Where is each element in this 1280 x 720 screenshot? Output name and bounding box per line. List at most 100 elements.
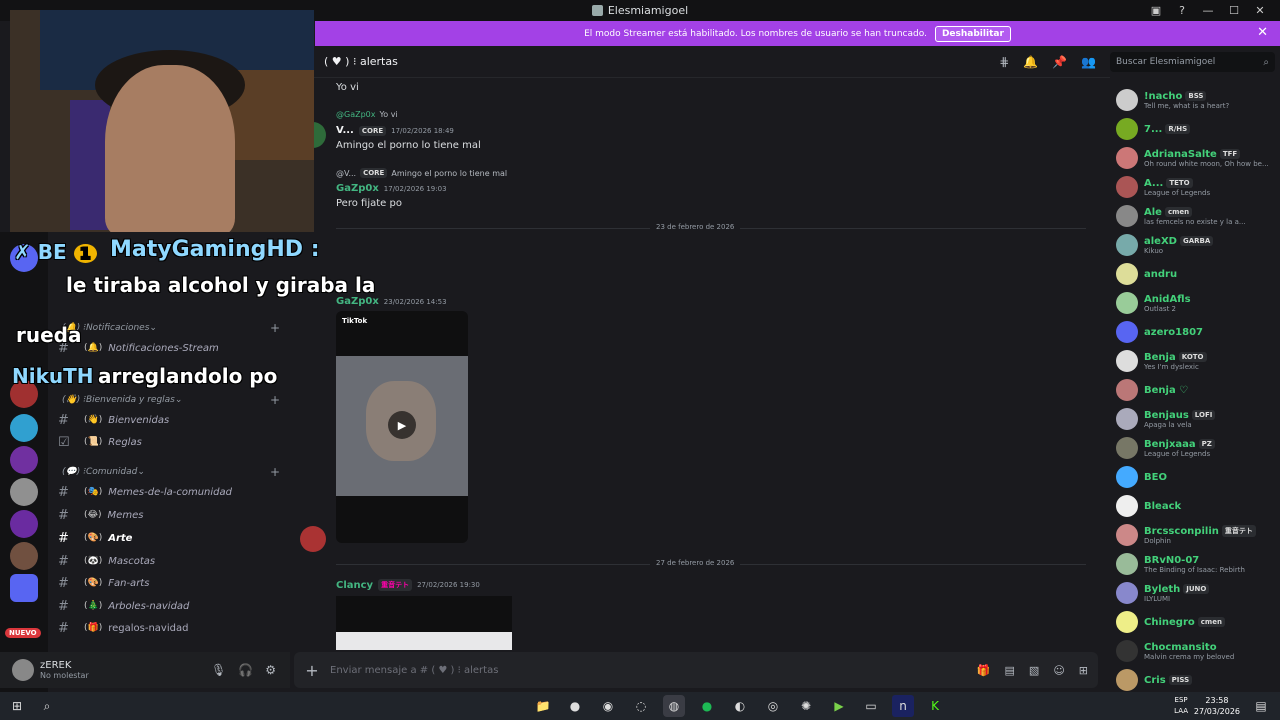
minimize-button[interactable]: — [1200,3,1216,19]
channel-arboles-navidad[interactable]: # (🎄) Arboles-navidad [58,596,280,616]
member-name: !nacho [1144,90,1183,102]
channel-mascotas[interactable]: # (🐼) Mascotas [58,551,280,571]
message-input[interactable]: Enviar mensaje a # ( ♥ ) ⁝ alertas [330,665,498,676]
chrome-icon[interactable]: ◉ [597,695,619,717]
date-divider-label: 27 de febrero de 2026 [650,559,741,567]
file-explorer-icon[interactable]: 📁 [532,695,554,717]
member-item[interactable]: Bleack [1110,492,1280,520]
emoji-icon[interactable]: ☺ [1053,664,1064,677]
member-item[interactable]: aleXD GARBA Kikuo [1110,231,1280,259]
add-server-icon[interactable] [10,574,38,602]
search-icon[interactable]: ⌕ [36,695,58,717]
play-icon[interactable]: ▶ [388,411,416,439]
reply-reference[interactable]: @V... CORE Amingo el porno lo tiene mal [336,168,507,178]
clock[interactable]: 23:58 27/03/2026 [1194,695,1240,717]
channel-memes-comunidad[interactable]: # (🎭) Memes-de-la-comunidad [58,482,280,502]
help-icon[interactable]: ? [1174,3,1190,19]
member-name: AdrianaSalte [1144,148,1217,160]
member-item[interactable]: AnidAfls Outlast 2 [1110,289,1280,317]
disable-streamer-button[interactable]: Deshabilitar [934,25,1011,42]
discord-icon[interactable]: ◍ [663,695,685,717]
channel-notificaciones-stream[interactable]: # (🔔) Notificaciones-Stream [58,338,280,358]
steam-icon[interactable]: ◐ [729,695,751,717]
channel-regalos-navidad[interactable]: # (🎁) regalos-navidad [58,618,280,638]
spotify-icon[interactable]: ● [696,695,718,717]
member-item[interactable]: Benja ♡ [1110,376,1280,404]
author-name[interactable]: GaZp0x [336,296,379,307]
search-input[interactable]: Buscar Elesmiamigoel ⌕ [1110,52,1275,72]
image-embed[interactable] [336,596,512,650]
member-name: Byleth [1144,583,1181,595]
member-item[interactable]: A... TETO League of Legends [1110,173,1280,201]
reply-reference[interactable]: @GaZp0x Yo vi [336,110,398,119]
language-indicator[interactable]: ESP LAA [1174,695,1188,717]
channel-reglas[interactable]: ☑ (📜) Reglas [58,432,280,452]
member-item[interactable]: Benjxaaa PZ League of Legends [1110,434,1280,462]
apps-icon[interactable]: ⊞ [1079,664,1088,677]
server-icon[interactable] [10,414,38,442]
server-icon[interactable] [10,510,38,538]
add-channel-icon[interactable]: + [270,393,280,407]
author-name[interactable]: Clancy [336,580,373,591]
server-icon[interactable] [10,478,38,506]
member-item[interactable]: AdrianaSalte TFF Oh round white moon, Oh h… [1110,144,1280,172]
app-icon[interactable]: ✺ [795,695,817,717]
close-button[interactable]: ✕ [1252,3,1268,19]
members-icon[interactable]: 👥 [1081,55,1096,69]
maximize-button[interactable]: ☐ [1226,3,1242,19]
notion-icon[interactable]: n [892,695,914,717]
obs-icon[interactable]: ◎ [762,695,784,717]
kick-icon[interactable]: K [924,695,946,717]
avatar[interactable] [300,526,326,552]
banner-close-icon[interactable]: ✕ [1257,25,1268,40]
member-item[interactable]: BEO [1110,463,1280,491]
headphones-icon[interactable]: 🎧 [238,663,253,677]
member-item[interactable]: Brcssconpilin 重音テト Dolphin [1110,521,1280,549]
app-icon[interactable]: ▶ [828,695,850,717]
member-item[interactable]: Chinegro cmen [1110,608,1280,636]
channel-memes[interactable]: # (😂) Memes [58,505,280,525]
member-item[interactable]: Benjaus LOFI Apaga la vela [1110,405,1280,433]
channel-bienvenidas[interactable]: # (👋) Bienvenidas [58,410,280,430]
category-notificaciones[interactable]: (🔔) ⁝ Notificaciones ⌄ + [62,320,280,336]
sticker-icon[interactable]: ▧ [1029,664,1039,677]
pin-icon[interactable]: 📌 [1052,55,1067,69]
notifications-icon[interactable]: ▤ [1250,695,1272,717]
author-name[interactable]: GaZp0x [336,183,379,194]
member-item[interactable]: 7... R/HS [1110,115,1280,143]
threads-icon[interactable]: ⋕ [999,55,1009,69]
firefox-icon[interactable]: ● [564,695,586,717]
channel-label: Memes-de-la-comunidad [108,486,232,498]
add-channel-icon[interactable]: + [270,465,280,479]
inbox-icon[interactable]: ▣ [1148,3,1164,19]
gift-icon[interactable]: 🎁 [977,664,991,677]
server-icon[interactable] [10,542,38,570]
settings-gear-icon[interactable]: ⚙ [265,663,276,677]
add-attachment-icon[interactable]: + [294,661,330,680]
author-name[interactable]: V... [336,125,354,136]
member-item[interactable]: !nacho BSS Tell me, what is a heart? [1110,86,1280,114]
terminal-icon[interactable]: ▭ [860,695,882,717]
bell-icon[interactable]: 🔔 [1023,55,1038,69]
member-item[interactable]: Benja KOTO Yes I'm dyslexic [1110,347,1280,375]
windows-start-icon[interactable]: ⊞ [6,695,28,717]
microphone-icon[interactable]: 🎙 [211,663,226,677]
category-comunidad[interactable]: (💬) ⁝ Comunidad ⌄ + [62,464,280,480]
avatar[interactable] [12,659,34,681]
member-item[interactable]: andru [1110,260,1280,288]
category-label: Bienvenida y reglas [85,395,175,405]
gif-icon[interactable]: ▤ [1005,664,1015,677]
channel-arte[interactable]: # (🎨) Arte [58,528,280,548]
member-item[interactable]: Byleth JUNO ILYLUMI [1110,579,1280,607]
channel-fan-arts[interactable]: # (🎨) Fan-arts [58,573,280,593]
category-bienvenida[interactable]: (👋) ⁝ Bienvenida y reglas ⌄ + [62,392,280,408]
member-item[interactable]: Ale cmen las femcels no existe y la a... [1110,202,1280,230]
member-item[interactable]: azero1807 [1110,318,1280,346]
member-item[interactable]: Cris PISS [1110,666,1280,692]
member-item[interactable]: BRvN0-07 The Binding of Isaac: Rebirth [1110,550,1280,578]
server-icon[interactable] [10,446,38,474]
edge-icon[interactable]: ◌ [630,695,652,717]
add-channel-icon[interactable]: + [270,321,280,335]
member-item[interactable]: Chocmansito Malvin crema my beloved [1110,637,1280,665]
video-embed[interactable]: TikTok ▶ [336,311,468,543]
